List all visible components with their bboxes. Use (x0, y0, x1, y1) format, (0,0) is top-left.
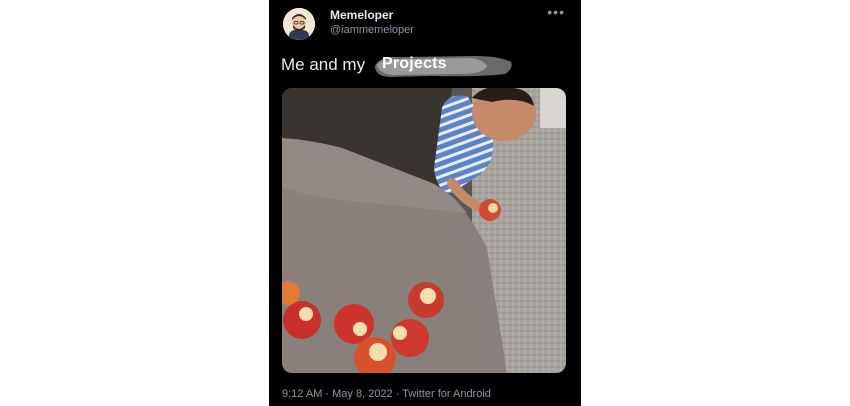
author-handle[interactable]: @iammemeloper (330, 24, 414, 36)
tweet-text-prefix: Me and my (281, 55, 366, 74)
tweet-photo[interactable] (282, 88, 566, 373)
tweet-text: Me and my (281, 55, 365, 75)
avatar-illustration (283, 8, 315, 40)
avatar[interactable] (283, 8, 315, 40)
highlighted-word: Projects (382, 55, 447, 72)
more-horizontal-icon[interactable]: ••• (547, 4, 565, 20)
author-name[interactable]: Memeloper (330, 8, 393, 22)
photo-image (282, 88, 566, 373)
tweet-timestamp[interactable]: 9:12 AM · May 8, 2022 · Twitter for Andr… (282, 388, 491, 400)
tweet-card: Memeloper @iammemeloper ••• Me and my Pr… (269, 0, 581, 406)
